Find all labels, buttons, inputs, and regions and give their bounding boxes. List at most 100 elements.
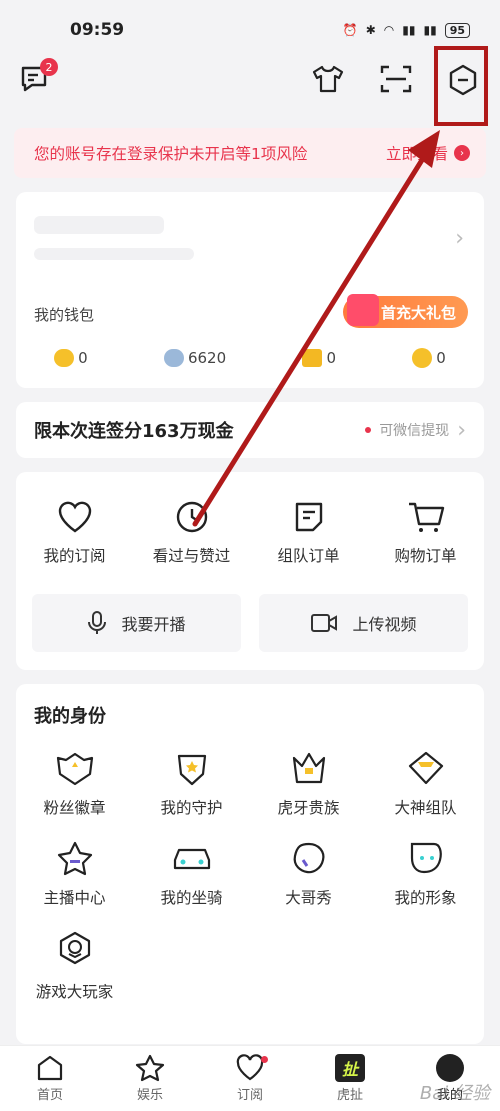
item-label: 我的守护 [160, 799, 223, 817]
start-broadcast-button[interactable]: 我要开播 [32, 594, 241, 652]
team-orders-item[interactable]: 组队订单 [254, 500, 364, 566]
item-label: 我的订阅 [43, 547, 106, 565]
upload-video-button[interactable]: 上传视频 [259, 594, 468, 652]
fan-badge-icon [56, 752, 93, 786]
chevron-right-icon: › [455, 226, 464, 251]
item-label: 游戏大玩家 [35, 983, 114, 1001]
chevron-right-icon: › [454, 145, 470, 161]
big-brother-show-icon [293, 842, 324, 874]
dressup-button[interactable] [312, 64, 344, 98]
wallet-item-silver-bean[interactable]: 6620 [163, 348, 227, 368]
fan-badge-item[interactable]: 粉丝徽章 [25, 750, 125, 818]
alert-view-link[interactable]: 立即查看 › [386, 142, 470, 164]
watermark: Bai 经验 [419, 1083, 490, 1104]
action-row: 我要开播 上传视频 [32, 594, 468, 652]
cart-icon [408, 502, 444, 532]
top-bar: 2 [0, 58, 500, 110]
nav-entertainment[interactable]: 娱乐 [110, 1054, 190, 1103]
nav-label: 娱乐 [136, 1088, 163, 1103]
item-label: 组队订单 [277, 547, 340, 565]
game-player-item[interactable]: 游戏大玩家 [25, 930, 125, 1002]
streamer-center-item[interactable]: 主播中心 [25, 840, 125, 908]
gold-bean-icon [412, 348, 433, 368]
item-label: 购物订单 [394, 547, 457, 565]
nav-label: 首页 [36, 1088, 63, 1103]
silver-bean-icon [163, 349, 184, 367]
nav-label: 虎扯 [336, 1088, 363, 1103]
my-mount-item[interactable]: 我的坐骑 [142, 840, 242, 908]
chevron-right-icon: › [457, 417, 466, 443]
wallet-item-gold-bean[interactable]: 0 [412, 348, 446, 368]
scan-icon [380, 65, 412, 93]
master-team-item[interactable]: 大神组队 [376, 750, 476, 818]
nav-subscribe[interactable]: 订阅 [210, 1054, 290, 1103]
item-label: 主播中心 [43, 889, 106, 907]
my-guardian-item[interactable]: 我的守护 [142, 750, 242, 818]
security-alert-banner[interactable]: 您的账号存在登录保护未开启等1项风险 立即查看 › [14, 128, 486, 178]
star-icon [135, 1054, 165, 1082]
wifi-icon: ◠ [383, 23, 395, 37]
identity-grid: 粉丝徽章 我的守护 虎牙贵族 大神组队 主播中心 我的坐骑 大哥秀 我的形象 游… [16, 750, 484, 1002]
gift-box-icon [346, 294, 379, 326]
wallet-item-gold-ticket[interactable]: 0 [302, 348, 336, 368]
bluetooth-icon: ✱ [365, 23, 376, 37]
history-likes-item[interactable]: 看过与赞过 [137, 500, 247, 566]
car-icon [173, 848, 210, 870]
my-avatar-item[interactable]: 我的形象 [376, 840, 476, 908]
message-badge: 2 [40, 58, 58, 76]
alert-link-label: 立即查看 [385, 145, 448, 163]
gift-button-label: 首充大礼包 [380, 303, 456, 322]
yellow-coin-icon [54, 349, 75, 367]
identity-title: 我的身份 [34, 706, 106, 727]
alert-text: 您的账号存在登录保护未开启等1项风险 [34, 145, 308, 163]
blurred-username [34, 216, 164, 234]
huya-noble-item[interactable]: 虎牙贵族 [259, 750, 359, 818]
signin-promo-card[interactable]: 限本次连签分163万现金 可微信提现 › [16, 402, 484, 458]
message-button[interactable]: 2 [20, 58, 58, 98]
guardian-shield-icon [177, 754, 206, 786]
nav-label: 订阅 [236, 1088, 263, 1103]
red-dot [261, 1056, 268, 1063]
alarm-icon: ⏰ [342, 23, 358, 37]
scan-button[interactable] [380, 64, 412, 98]
highlight-box [434, 46, 488, 126]
signin-tip: 可微信提现 › [365, 418, 466, 443]
wallet-item-yellow-coin[interactable]: 0 [54, 348, 88, 368]
heart-icon [58, 501, 91, 533]
crown-icon [292, 752, 325, 784]
wallet-balances: 0 6620 0 0 [16, 348, 484, 368]
subscriptions-item[interactable]: 我的订阅 [20, 500, 130, 566]
star-icon [57, 841, 92, 876]
avatar [436, 1054, 464, 1082]
wallet-value: 0 [78, 349, 88, 367]
big-brother-show-item[interactable]: 大哥秀 [259, 840, 359, 908]
master-team-icon [408, 751, 443, 785]
item-label: 我的坐骑 [160, 889, 223, 907]
orders-row: 我的订阅 看过与赞过 组队订单 购物订单 [16, 500, 484, 566]
first-recharge-gift-button[interactable]: 首充大礼包 [342, 294, 468, 328]
team-order-icon [295, 502, 322, 532]
item-label: 粉丝徽章 [43, 799, 106, 817]
tshirt-icon [312, 65, 344, 93]
blurred-user-info [34, 248, 194, 260]
gold-ticket-icon [302, 349, 323, 367]
clock-icon [176, 501, 207, 533]
red-dot [365, 427, 372, 433]
wallet-value: 6620 [187, 349, 227, 367]
battery-indicator: 95 [444, 22, 470, 38]
nav-home[interactable]: 首页 [10, 1054, 90, 1103]
item-label: 看过与赞过 [152, 547, 231, 565]
nav-huche[interactable]: 扯 虎扯 [310, 1054, 390, 1103]
action-label: 我要开播 [121, 615, 186, 634]
shopping-orders-item[interactable]: 购物订单 [371, 500, 481, 566]
signin-title: 限本次连签分163万现金 [34, 421, 234, 442]
item-label: 大哥秀 [285, 889, 332, 907]
signal-icon-2: ▮▮ [423, 23, 437, 37]
wallet-value: 0 [436, 349, 446, 367]
huche-logo-icon: 扯 [335, 1054, 365, 1082]
action-label: 上传视频 [352, 615, 417, 634]
game-player-icon [59, 931, 90, 965]
profile-card[interactable]: › 我的钱包 首充大礼包 0 6620 0 0 [16, 192, 484, 388]
wallet-label: 我的钱包 [34, 306, 95, 324]
microphone-icon [88, 611, 107, 634]
